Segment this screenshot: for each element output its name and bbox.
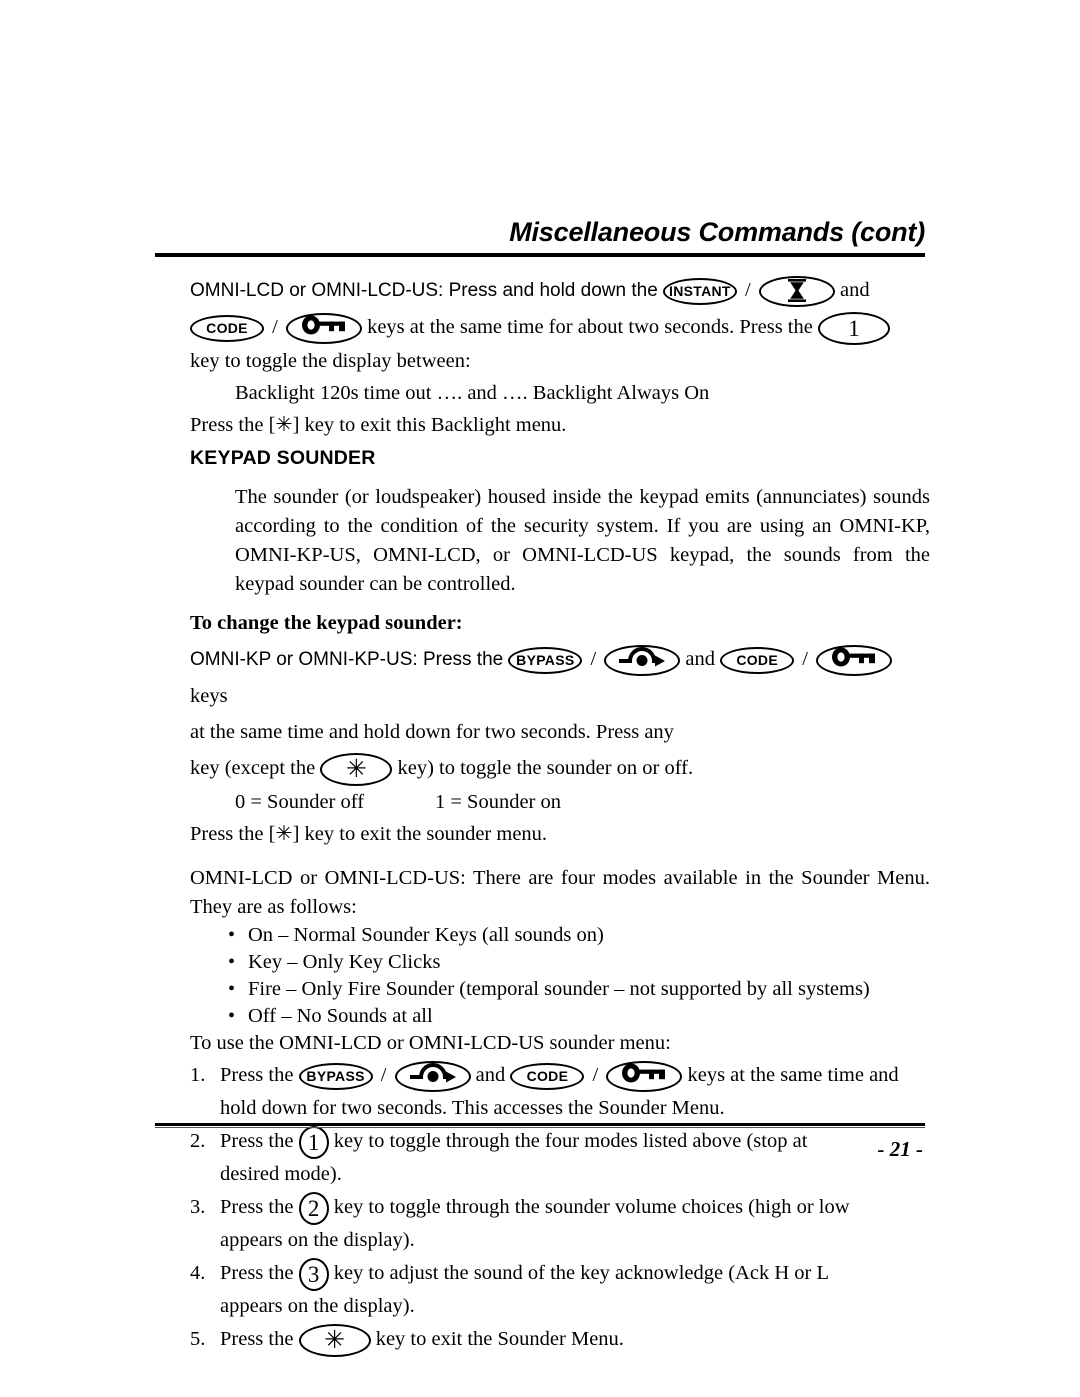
bypass-arrow-key-1[interactable] [604, 644, 681, 676]
backlight-line1-text-a: OMNI-LCD or OMNI-LCD-US: Press and hold … [190, 280, 658, 301]
backlight-options: Backlight 120s time out …. and …. Backli… [235, 382, 710, 404]
kp-instruction-line2: at the same time and hold down for two s… [190, 721, 674, 743]
kp-line1-text-b: keys [190, 685, 228, 707]
key-icon [622, 1063, 666, 1083]
bypass-arrow-key-2[interactable] [394, 1060, 471, 1092]
key-icon [301, 315, 345, 335]
step-1-text-b: keys at the same time and [687, 1064, 899, 1086]
hourglass-key[interactable] [758, 275, 835, 307]
list-item: Key – Only Key Clicks [228, 949, 930, 976]
list-item: Off – No Sounds at all [228, 1003, 930, 1030]
code-key-3[interactable]: CODE [510, 1062, 585, 1090]
step-5-text-a: Press the [220, 1328, 294, 1350]
step-4-number: 4. [190, 1262, 206, 1284]
kp-line1-and: and [685, 648, 716, 670]
step-5-number: 5. [190, 1328, 206, 1350]
kp-instruction-line3: key (except the ✳ key) to toggle the sou… [190, 750, 930, 786]
list-item: On – Normal Sounder Keys (all sounds on) [228, 922, 930, 949]
kp-instruction-line1: OMNI-KP or OMNI-KP-US: Press the BYPASS … [190, 641, 930, 714]
kp-line1-text-a: OMNI-KP or OMNI-KP-US: Press the [190, 649, 504, 670]
lcd-sounder-intro: OMNI-LCD or OMNI-LCD-US: There are four … [190, 867, 930, 918]
bypass-arrow-icon [409, 1062, 456, 1083]
step-3-text: Press the 2 key to toggle through the so… [220, 1189, 930, 1225]
backlight-instruction-line3: key to toggle the display between: [190, 350, 471, 372]
separator-slash: / [802, 648, 808, 670]
step-3-continuation: appears on the display). [220, 1229, 415, 1251]
separator-slash: / [745, 279, 751, 301]
sounder-menu-steps: 1. Press the BYPASS / and CODE / keys at… [190, 1057, 930, 1357]
lock-key-2[interactable] [816, 644, 893, 676]
page-body: OMNI-LCD or OMNI-LCD-US: Press and hold … [190, 272, 930, 1357]
step-5-text: Press the ✳ key to exit the Sounder Menu… [220, 1321, 930, 1357]
instant-key[interactable]: INSTANT [662, 277, 737, 305]
separator-slash: / [272, 316, 278, 338]
sounder-value-row: 0 = Sounder off 1 = Sounder on [235, 786, 930, 818]
sounder-menu-intro: To use the OMNI-LCD or OMNI-LCD-US sound… [190, 1032, 671, 1054]
lock-key-1[interactable] [285, 312, 362, 344]
backlight-exit-line: Press the [✳] key to exit this Backlight… [190, 414, 567, 436]
kp-line3-text-b: key) to toggle the sounder on or off. [397, 757, 694, 779]
page-title: Miscellaneous Commands (cont) [509, 217, 925, 247]
subheading-change-keypad-sounder: To change the keypad sounder: [190, 611, 463, 634]
backlight-line1-text-b: and [839, 279, 870, 301]
star-key-1[interactable]: ✳ [320, 752, 393, 786]
sounder-on-value: 1 = Sounder on [435, 791, 562, 813]
step-3-text-b: key to toggle through the sounder volume… [333, 1196, 850, 1218]
backlight-line2-text: keys at the same time for about two seco… [367, 316, 813, 338]
sounder-intro-paragraph: The sounder (or loudspeaker) housed insi… [235, 485, 930, 595]
list-item: Fire – Only Fire Sounder (temporal sound… [228, 976, 930, 1003]
bypass-key-2[interactable]: BYPASS [298, 1062, 373, 1090]
number-key-2[interactable]: 2 [298, 1191, 329, 1225]
page-footer: - 21 - [155, 1123, 925, 1162]
bypass-arrow-icon [619, 646, 666, 667]
step-3-number: 3. [190, 1196, 206, 1218]
sounder-exit-line: Press the [✳] key to exit the sounder me… [190, 823, 548, 845]
step-1-and: and [475, 1064, 506, 1086]
backlight-instruction-line2: CODE / keys at the same time for about t… [190, 309, 930, 345]
separator-slash: / [380, 1064, 387, 1086]
step-4-text-b: key to adjust the sound of the key ackno… [333, 1262, 829, 1284]
document-page: Miscellaneous Commands (cont) OMNI-LCD o… [0, 0, 1080, 1397]
separator-slash: / [592, 1064, 599, 1086]
step-5: 5. Press the ✳ key to exit the Sounder M… [190, 1321, 930, 1357]
key-icon [832, 647, 876, 667]
step-3-text-a: Press the [220, 1196, 294, 1218]
step-4: 4. Press the 3 key to adjust the sound o… [190, 1255, 930, 1291]
page-header: Miscellaneous Commands (cont) [155, 217, 925, 258]
step-1: 1. Press the BYPASS / and CODE / keys at… [190, 1057, 930, 1093]
hourglass-icon [787, 278, 806, 302]
step-4-text-a: Press the [220, 1262, 294, 1284]
step-1-continuation: hold down for two seconds. This accesses… [220, 1097, 725, 1119]
separator-slash: / [590, 648, 597, 670]
step-1-number: 1. [190, 1064, 206, 1086]
code-key-1[interactable]: CODE [190, 314, 264, 342]
step-3: 3. Press the 2 key to toggle through the… [190, 1189, 930, 1225]
step-1-text-a: Press the [220, 1064, 294, 1086]
code-key-2[interactable]: CODE [720, 646, 795, 674]
number-key-3[interactable]: 3 [298, 1257, 329, 1291]
step-5-text-b: key to exit the Sounder Menu. [375, 1328, 624, 1350]
page-number: - 21 - [877, 1137, 924, 1161]
footer-divider [155, 1123, 925, 1128]
number-key-1[interactable]: 1 [817, 311, 890, 345]
step-2-continuation: desired mode). [220, 1163, 342, 1185]
backlight-instruction-line1: OMNI-LCD or OMNI-LCD-US: Press and hold … [190, 272, 930, 309]
section-heading-keypad-sounder: KEYPAD SOUNDER [190, 447, 376, 469]
star-key-2[interactable]: ✳ [298, 1323, 371, 1357]
bypass-key-1[interactable]: BYPASS [508, 646, 583, 674]
sounder-modes-list: On – Normal Sounder Keys (all sounds on)… [190, 922, 930, 1030]
lock-key-3[interactable] [606, 1060, 683, 1092]
step-4-continuation: appears on the display). [220, 1295, 415, 1317]
kp-line3-text-a: key (except the [190, 757, 316, 779]
step-1-text: Press the BYPASS / and CODE / keys at th… [220, 1057, 930, 1093]
sounder-off-value: 0 = Sounder off [235, 791, 365, 813]
header-divider [155, 253, 925, 258]
step-4-text: Press the 3 key to adjust the sound of t… [220, 1255, 930, 1291]
